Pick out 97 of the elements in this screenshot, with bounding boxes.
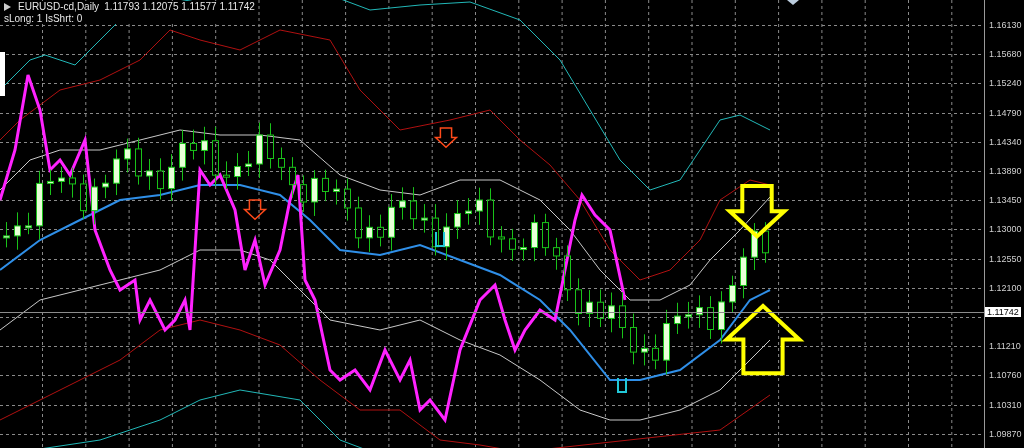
price-label: 1.14340 xyxy=(989,136,1022,147)
candlestick xyxy=(531,213,538,262)
candlestick xyxy=(652,333,659,370)
candlestick xyxy=(564,244,571,302)
price-label: 1.09870 xyxy=(989,428,1022,439)
candlestick xyxy=(465,197,472,226)
candlestick xyxy=(575,277,582,326)
candlestick xyxy=(69,167,76,199)
caret-icon xyxy=(4,2,11,11)
current-price-label: 1.11742 xyxy=(985,307,1021,317)
candlestick xyxy=(729,275,736,313)
price-label: 1.13450 xyxy=(989,195,1022,206)
triangle-icon xyxy=(787,0,799,5)
ohlc-values: 1.11793 1.12075 1.11577 1.11742 xyxy=(104,1,255,12)
candlestick xyxy=(377,214,384,247)
candlestick xyxy=(91,178,98,225)
price-label: 1.14790 xyxy=(989,107,1022,118)
candlestick xyxy=(586,289,593,328)
candlestick xyxy=(520,238,527,262)
candlestick xyxy=(234,152,241,191)
candlestick xyxy=(344,178,351,222)
candlestick xyxy=(674,302,681,335)
candlestick xyxy=(36,170,43,240)
candlestick xyxy=(454,199,461,240)
candlestick xyxy=(619,291,626,339)
candlestick xyxy=(366,214,373,253)
candlestick xyxy=(168,153,175,202)
candlestick xyxy=(707,295,714,340)
candlestick xyxy=(322,169,329,202)
candlestick xyxy=(740,247,747,299)
candlestick xyxy=(597,288,604,328)
candlestick xyxy=(223,160,230,190)
candlestick xyxy=(14,211,21,251)
price-label: 1.11210 xyxy=(989,341,1021,352)
candlestick xyxy=(410,186,417,230)
candlestick xyxy=(135,137,142,186)
candlestick xyxy=(3,221,10,248)
candlestick xyxy=(432,203,439,256)
indicator-info: sLong: 1 IsShrt: 0 xyxy=(4,13,83,24)
candlestick xyxy=(443,212,450,261)
candlestick xyxy=(58,166,65,194)
candlestick xyxy=(289,156,296,199)
candlestick xyxy=(542,213,549,257)
candlestick xyxy=(267,122,274,170)
candlestick xyxy=(157,157,164,200)
price-label: 1.12100 xyxy=(989,282,1022,293)
down-arrow-icon xyxy=(724,184,790,240)
candlestick xyxy=(124,138,131,173)
candlestick xyxy=(25,212,32,235)
candlestick xyxy=(80,174,87,220)
symbol-label: EURUSD-cd,Daily xyxy=(18,1,100,12)
price-label: 1.13000 xyxy=(989,224,1022,235)
rectangle-object xyxy=(0,52,5,96)
price-label: 1.15240 xyxy=(989,78,1022,89)
candlestick xyxy=(179,129,186,182)
candlestick xyxy=(190,129,197,160)
candlestick xyxy=(311,169,318,217)
candlestick xyxy=(762,221,769,264)
price-label: 1.10760 xyxy=(989,370,1022,381)
price-label: 1.13890 xyxy=(989,166,1022,176)
candlestick xyxy=(685,301,692,330)
price-label: 1.16130 xyxy=(989,20,1022,30)
candlestick xyxy=(487,187,494,246)
candlestick xyxy=(751,222,758,271)
up-mark-icon xyxy=(435,231,445,247)
up-arrow-icon xyxy=(721,303,805,376)
candlestick xyxy=(245,150,252,177)
price-label: 1.12550 xyxy=(989,253,1022,264)
candlestick xyxy=(399,186,406,221)
candlestick xyxy=(201,126,208,165)
candlestick xyxy=(333,179,340,206)
candlestick xyxy=(146,158,153,191)
candlestick xyxy=(278,147,285,181)
down-arrow-icon xyxy=(433,127,459,149)
down-arrow-icon xyxy=(242,199,268,221)
price-label: 1.15680 xyxy=(989,49,1022,60)
candlestick xyxy=(498,225,505,253)
candlestick xyxy=(696,294,703,329)
candlestick xyxy=(212,126,219,187)
candlestick xyxy=(663,309,670,375)
up-mark-icon xyxy=(617,377,627,393)
candlestick xyxy=(388,193,395,251)
candlestick xyxy=(102,174,109,199)
candlestick xyxy=(608,292,615,333)
candlestick xyxy=(256,122,263,179)
price-label: 1.10310 xyxy=(989,399,1022,410)
candlestick xyxy=(641,333,648,366)
candlestick xyxy=(476,187,483,226)
candlestick xyxy=(113,149,120,196)
candlestick xyxy=(553,237,560,271)
candlestick xyxy=(355,196,362,249)
candlestick xyxy=(300,174,307,213)
candlestick xyxy=(509,228,516,262)
candlestick xyxy=(630,313,637,365)
candlestick xyxy=(47,169,54,196)
candlestick xyxy=(718,290,725,344)
candlestick xyxy=(421,203,428,234)
